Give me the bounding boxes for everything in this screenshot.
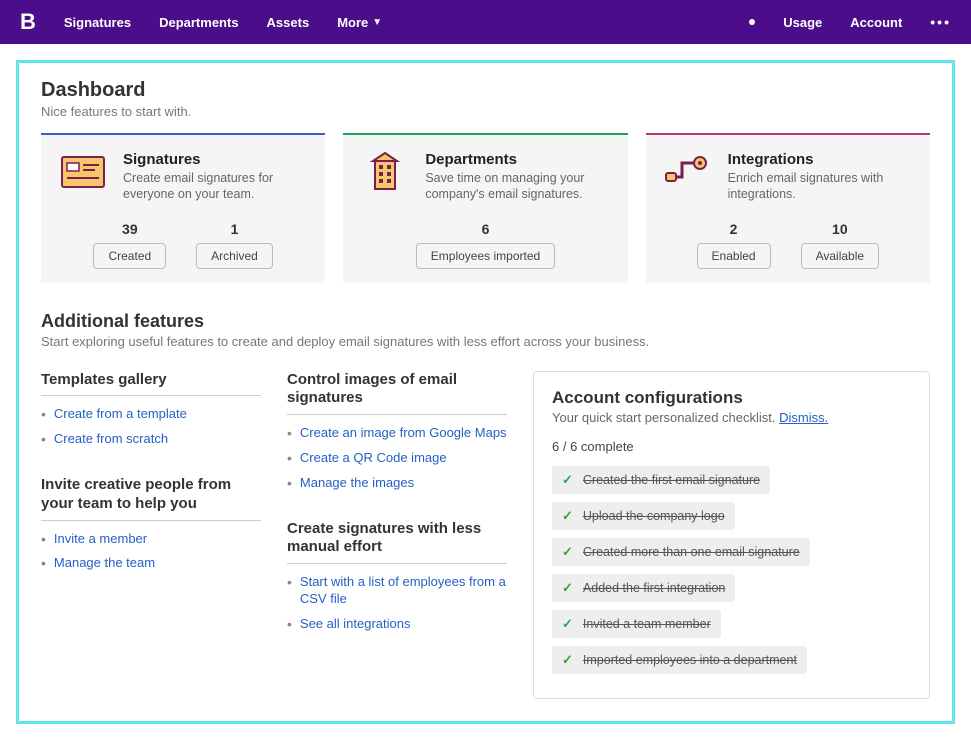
check-icon: ✓ — [562, 472, 573, 488]
link-manage-images[interactable]: Manage the images — [300, 475, 414, 492]
checklist: ✓ Created the first email signature ✓ Uploa… — [552, 466, 911, 682]
config-subtitle-text: Your quick start personalized checklist. — [552, 410, 776, 425]
stat-created-value: 39 — [93, 221, 166, 237]
stat-available-button[interactable]: Available — [801, 243, 879, 269]
dismiss-link[interactable]: Dismiss. — [779, 410, 828, 425]
block-less-effort: Create signatures with less manual effor… — [287, 520, 507, 633]
card-signatures-desc: Create email signatures for everyone on … — [123, 170, 307, 203]
nav-departments[interactable]: Departments — [159, 15, 238, 30]
config-title: Account configurations — [552, 388, 911, 408]
cards-row: Signatures Create email signatures for e… — [41, 133, 930, 283]
more-menu-icon[interactable]: ••• — [930, 14, 951, 30]
topbar-right: Usage Account ••• — [749, 14, 951, 30]
link-image-qr[interactable]: Create a QR Code image — [300, 450, 447, 467]
checklist-item-label: Created the first email signature — [583, 473, 760, 487]
id-card-icon — [59, 151, 107, 193]
link-all-integrations[interactable]: See all integrations — [300, 616, 411, 633]
card-departments-desc: Save time on managing your company's ema… — [425, 170, 609, 203]
less-effort-title: Create signatures with less manual effor… — [287, 520, 507, 565]
check-icon: ✓ — [562, 652, 573, 668]
topbar: B Signatures Departments Assets More ▼ U… — [0, 0, 971, 44]
feature-columns: Templates gallery Create from a template… — [41, 371, 930, 699]
nav-more[interactable]: More ▼ — [337, 15, 382, 30]
config-subtitle: Your quick start personalized checklist.… — [552, 410, 911, 425]
content-frame: Dashboard Nice features to start with. S… — [16, 60, 955, 724]
nav-account[interactable]: Account — [850, 15, 902, 30]
link-csv[interactable]: Start with a list of employees from a CS… — [300, 574, 507, 608]
check-icon: ✓ — [562, 580, 573, 596]
stat-available-value: 10 — [801, 221, 879, 237]
invite-title: Invite creative people from your team to… — [41, 476, 261, 521]
stat-created-button[interactable]: Created — [93, 243, 166, 269]
building-icon — [361, 151, 409, 193]
chevron-down-icon: ▼ — [372, 17, 382, 28]
checklist-item: ✓ Added the first integration — [552, 574, 735, 602]
additional-title: Additional features — [41, 311, 930, 332]
config-box: Account configurations Your quick start … — [533, 371, 930, 699]
nav-more-label: More — [337, 15, 368, 30]
stat-employees-value: 6 — [416, 221, 555, 237]
stat-archived-button[interactable]: Archived — [196, 243, 273, 269]
card-departments: Departments Save time on managing your c… — [343, 133, 627, 283]
dashboard-title: Dashboard — [41, 79, 930, 102]
config-count: 6 / 6 complete — [552, 439, 911, 454]
stat-employees-button[interactable]: Employees imported — [416, 243, 555, 269]
nav-signatures[interactable]: Signatures — [64, 15, 131, 30]
card-signatures: Signatures Create email signatures for e… — [41, 133, 325, 283]
logo[interactable]: B — [20, 9, 36, 35]
block-templates: Templates gallery Create from a template… — [41, 371, 261, 449]
link-invite-member[interactable]: Invite a member — [54, 531, 147, 548]
status-dot-icon[interactable] — [749, 19, 755, 25]
block-invite: Invite creative people from your team to… — [41, 476, 261, 572]
card-integrations-title: Integrations — [728, 151, 912, 168]
dashboard-subtitle: Nice features to start with. — [41, 104, 930, 119]
checklist-item-label: Invited a team member — [583, 617, 711, 631]
link-image-maps[interactable]: Create an image from Google Maps — [300, 425, 507, 442]
nav-assets[interactable]: Assets — [267, 15, 310, 30]
stat-enabled-button[interactable]: Enabled — [697, 243, 771, 269]
stat-archived-value: 1 — [196, 221, 273, 237]
card-integrations-desc: Enrich email signatures with integration… — [728, 170, 912, 203]
checklist-item: ✓ Invited a team member — [552, 610, 721, 638]
checklist-item-label: Imported employees into a department — [583, 653, 797, 667]
additional-subtitle: Start exploring useful features to creat… — [41, 334, 930, 349]
card-integrations: Integrations Enrich email signatures wit… — [646, 133, 930, 283]
link-manage-team[interactable]: Manage the team — [54, 555, 155, 572]
link-create-scratch[interactable]: Create from scratch — [54, 431, 168, 448]
images-title: Control images of email signatures — [287, 371, 507, 416]
checklist-item: ✓ Created the first email signature — [552, 466, 770, 494]
block-images: Control images of email signatures Creat… — [287, 371, 507, 492]
checklist-item-label: Upload the company logo — [583, 509, 725, 523]
check-icon: ✓ — [562, 508, 573, 524]
checklist-item: ✓ Upload the company logo — [552, 502, 735, 530]
checklist-item: ✓ Imported employees into a department — [552, 646, 807, 674]
checklist-item: ✓ Created more than one email signature — [552, 538, 810, 566]
check-icon: ✓ — [562, 544, 573, 560]
check-icon: ✓ — [562, 616, 573, 632]
card-signatures-title: Signatures — [123, 151, 307, 168]
templates-title: Templates gallery — [41, 371, 261, 397]
card-departments-title: Departments — [425, 151, 609, 168]
checklist-item-label: Created more than one email signature — [583, 545, 800, 559]
topbar-left: B Signatures Departments Assets More ▼ — [20, 9, 382, 35]
nav-usage[interactable]: Usage — [783, 15, 822, 30]
plug-icon — [664, 151, 712, 193]
stat-enabled-value: 2 — [697, 221, 771, 237]
link-create-template[interactable]: Create from a template — [54, 406, 187, 423]
checklist-item-label: Added the first integration — [583, 581, 725, 595]
